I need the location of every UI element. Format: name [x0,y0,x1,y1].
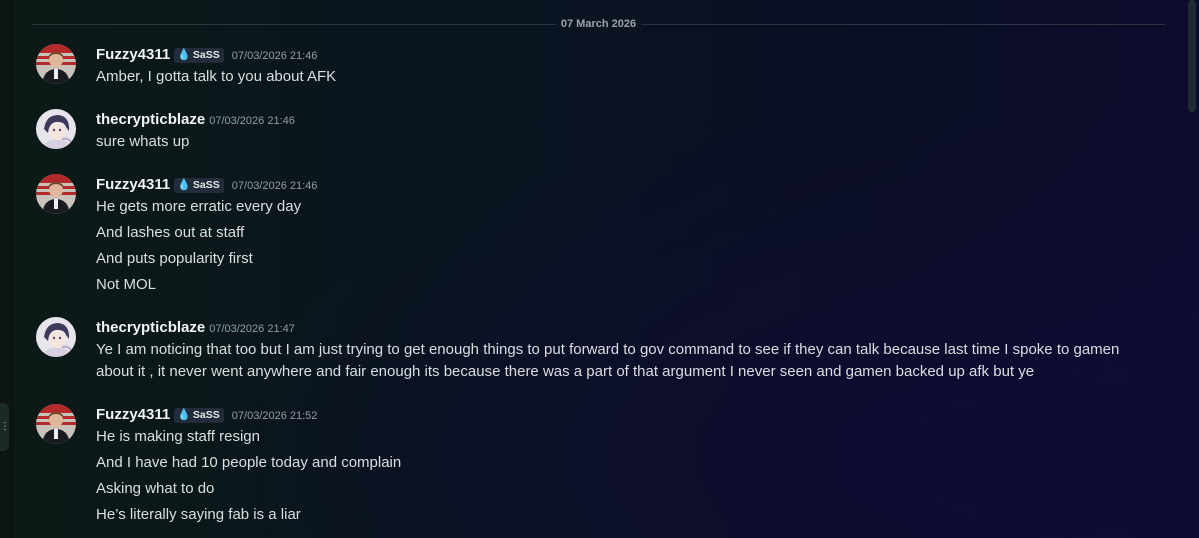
message-content: Fuzzy4311 💧 SaSS 07/03/2026 21:46 He gets m… [96,174,1156,300]
avatar-fuzzy4311[interactable] [36,174,76,214]
server-tag[interactable]: 💧 SaSS [174,408,224,423]
avatar-thecrypticblaze[interactable] [36,317,76,357]
username[interactable]: Fuzzy4311 [96,406,170,423]
avatar-image [36,44,76,84]
message-text: And puts popularity first [96,250,253,267]
message-header: Fuzzy4311 💧 SaSS 07/03/2026 21:46 [96,44,1156,66]
message-header: thecrypticblaze 07/03/2026 21:46 [96,109,1156,131]
message-header: Fuzzy4311 💧 SaSS 07/03/2026 21:46 [96,174,1156,196]
avatar-image [36,174,76,214]
timestamp[interactable]: 07/03/2026 21:46 [209,115,295,127]
droplet-icon: 💧 [177,179,191,191]
message-text: And lashes out at staff [96,224,245,241]
timestamp[interactable]: 07/03/2026 21:46 [232,180,318,192]
date-divider: 07 March 2026 [32,16,1165,32]
message-header: thecrypticblaze 07/03/2026 21:47 [96,317,1156,339]
message-text: Not MOL [96,276,157,293]
message-text: And I have had 10 people today and compl… [96,454,402,471]
date-divider-label: 07 March 2026 [555,16,642,32]
avatar-fuzzy4311[interactable] [36,44,76,84]
message-text: sure whats up [96,133,190,150]
username[interactable]: thecrypticblaze [96,111,205,128]
droplet-icon: 💧 [177,409,191,421]
scrollbar[interactable] [1185,0,1199,538]
message-text: He’s literally saying fab is a liar [96,506,301,523]
message-content: thecrypticblaze 07/03/2026 21:47 Ye I am … [96,317,1156,383]
message-text: He gets more erratic every day [96,198,302,215]
timestamp[interactable]: 07/03/2026 21:46 [232,50,318,62]
droplet-icon: 💧 [177,49,191,61]
server-tag[interactable]: 💧 SaSS [174,48,224,63]
message-text: Asking what to do [96,480,215,497]
expand-handle[interactable]: ⋮ [0,403,10,451]
avatar-thecrypticblaze[interactable] [36,109,76,149]
message-content: Fuzzy4311 💧 SaSS 07/03/2026 21:52 He is mak… [96,404,1156,530]
server-tag-label: SaSS [192,409,220,421]
avatar-fuzzy4311[interactable] [36,404,76,444]
message-text: He is making staff resign [96,428,260,445]
avatar-image [36,317,76,357]
message-text: Ye I am noticing that too but I am just … [96,341,1120,380]
timestamp[interactable]: 07/03/2026 21:47 [209,323,295,335]
server-tag-label: SaSS [192,179,220,191]
avatar-image [36,404,76,444]
timestamp[interactable]: 07/03/2026 21:52 [232,410,318,422]
avatar-image [36,109,76,149]
message-content: Fuzzy4311 💧 SaSS 07/03/2026 21:46 Amber, I … [96,44,1156,92]
server-tag-label: SaSS [192,49,220,61]
message-content: thecrypticblaze 07/03/2026 21:46 sure wha… [96,109,1156,157]
message-text: Amber, I gotta talk to you about AFK [96,68,337,85]
username[interactable]: Fuzzy4311 [96,176,170,193]
username[interactable]: thecrypticblaze [96,319,205,336]
left-panel-edge [0,0,14,538]
scrollbar-thumb[interactable] [1188,0,1196,112]
server-tag[interactable]: 💧 SaSS [174,178,224,193]
username[interactable]: Fuzzy4311 [96,46,170,63]
message-header: Fuzzy4311 💧 SaSS 07/03/2026 21:52 [96,404,1156,426]
